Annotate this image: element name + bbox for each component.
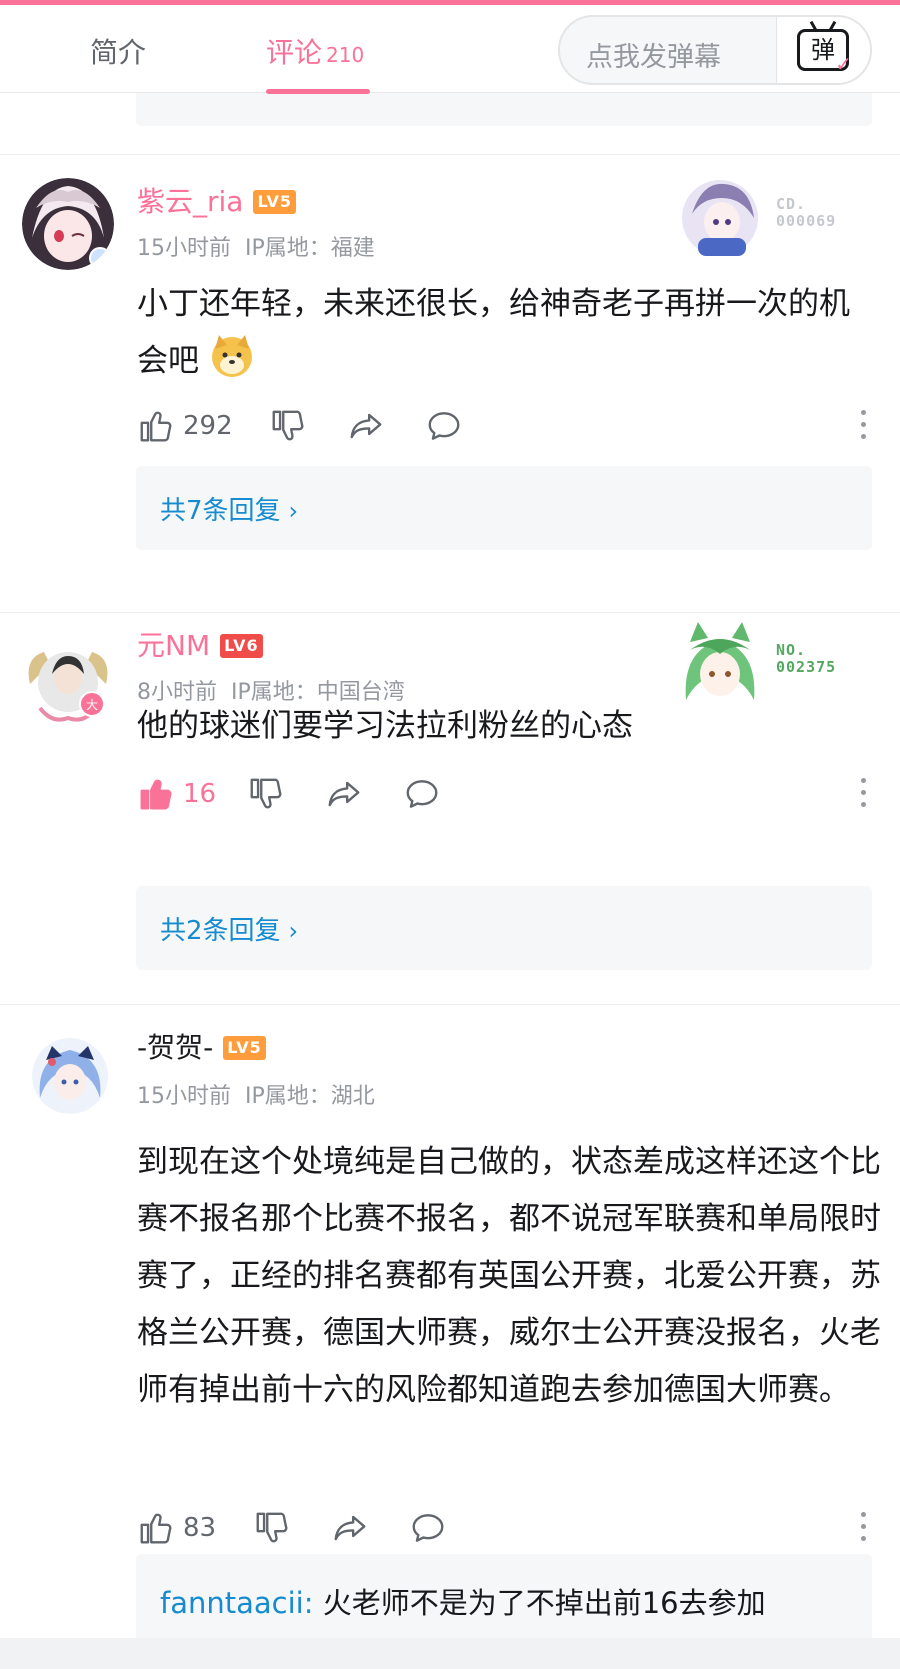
username[interactable]: 紫云_ria LV5 <box>137 180 296 220</box>
comment-count: 210 <box>326 43 365 67</box>
reply-button[interactable] <box>425 406 463 446</box>
chat-bubble-icon <box>412 1514 444 1542</box>
like-count: 16 <box>183 779 217 809</box>
danmaku-icon-label: 弹 <box>811 36 835 64</box>
username-text: -贺贺- <box>137 1031 214 1064</box>
check-icon: ✓ <box>835 52 852 76</box>
like-count: 83 <box>183 1513 217 1543</box>
comment-meta: 15小时前 IP属地：湖北 <box>137 1078 375 1110</box>
comment-content: 到现在这个处境纯是自己做的，状态差成这样还这个比赛不报名那个比赛不报名，都不说冠… <box>137 1134 889 1419</box>
reply-preview-box[interactable]: fanntaacii: 火老师不是为了不掉出前16去参加 <box>136 1554 872 1644</box>
comment-text: 到现在这个处境纯是自己做的，状态差成这样还这个比赛不报名那个比赛不报名，都不说冠… <box>137 1144 881 1408</box>
danmaku-input[interactable]: 点我发弹幕 弹 ✓ <box>558 15 872 85</box>
level-badge: LV5 <box>253 190 296 214</box>
share-icon <box>350 413 382 439</box>
comment-time: 15小时前 <box>137 1084 231 1109</box>
comment-actions: 16 <box>137 774 877 814</box>
chat-bubble-icon <box>428 412 460 440</box>
share-button[interactable] <box>325 774 363 814</box>
username[interactable]: -贺贺- LV5 <box>137 1026 266 1066</box>
thumbs-down-icon <box>256 1512 288 1543</box>
ip-location: IP属地：福建 <box>245 236 375 261</box>
reply-button[interactable] <box>409 1508 447 1548</box>
comment-content: 他的球迷们要学习法拉利粉丝的心态 <box>137 698 877 755</box>
view-replies-link[interactable]: 共2条回复 › <box>160 910 298 947</box>
danmaku-toggle-button[interactable]: 弹 ✓ <box>776 17 870 83</box>
divider <box>0 612 900 613</box>
divider <box>0 154 900 155</box>
badge-number: CD. 000069 <box>776 196 836 230</box>
thumbs-up-icon <box>140 779 172 810</box>
reply-text: 火老师不是为了不掉出前16去参加 <box>322 1586 766 1620</box>
share-icon <box>334 1515 366 1541</box>
badge-number-value: 002375 <box>776 658 837 676</box>
thumbs-down-icon <box>272 410 304 441</box>
replies-count-label: 共2条回复 <box>160 916 281 946</box>
view-replies-link[interactable]: 共7条回复 › <box>160 490 298 527</box>
thumbs-down-icon <box>250 778 282 809</box>
bottom-bar <box>0 1638 900 1669</box>
reply-author[interactable]: fanntaacii <box>160 1586 304 1620</box>
like-count: 292 <box>183 411 233 441</box>
comment-actions: 83 <box>137 1508 877 1548</box>
svg-text:大: 大 <box>86 698 98 712</box>
share-button[interactable] <box>331 1508 369 1548</box>
fan-badge[interactable]: CD. 000069 <box>672 174 848 266</box>
dislike-button[interactable] <box>247 774 285 814</box>
more-options-button[interactable] <box>859 1512 867 1544</box>
like-button[interactable]: 292 <box>137 406 233 446</box>
fan-badge-image <box>682 180 758 256</box>
thumbs-up-icon <box>140 411 172 442</box>
avatar[interactable] <box>22 178 114 270</box>
more-options-button[interactable] <box>859 778 867 810</box>
chat-bubble-icon <box>406 780 438 808</box>
avatar[interactable] <box>32 1038 108 1114</box>
username[interactable]: 元NM LV6 <box>137 624 263 664</box>
level-badge: LV5 <box>223 1036 266 1060</box>
dislike-button[interactable] <box>269 406 307 446</box>
comment-text: 他的球迷们要学习法拉利粉丝的心态 <box>137 708 633 744</box>
dislike-button[interactable] <box>253 1508 291 1548</box>
thumbs-up-icon <box>140 1513 172 1544</box>
username-text: 紫云_ria <box>137 185 244 218</box>
header-bar: 简介 评论 210 点我发弹幕 弹 ✓ <box>0 5 900 94</box>
badge-number: NO. 002375 <box>776 642 836 676</box>
tab-comments-label: 评论 <box>266 36 323 69</box>
replies-count-label: 共7条回复 <box>160 496 281 526</box>
like-button[interactable]: 16 <box>137 774 216 814</box>
chevron-right-icon: › <box>288 497 299 525</box>
share-button[interactable] <box>347 406 385 446</box>
comment-actions: 292 <box>137 406 877 446</box>
reply-button[interactable] <box>403 774 441 814</box>
danmaku-icon: 弹 ✓ <box>797 29 852 76</box>
active-tab-indicator <box>266 89 370 94</box>
share-icon <box>328 781 360 807</box>
ip-location: IP属地：湖北 <box>245 1084 375 1109</box>
chevron-right-icon: › <box>288 917 299 945</box>
danmaku-placeholder: 点我发弹幕 <box>586 42 721 73</box>
tab-comments[interactable]: 评论 210 <box>266 31 364 71</box>
badge-number-prefix: NO. <box>776 641 807 659</box>
like-button[interactable]: 83 <box>137 1508 216 1548</box>
reply-preview: fanntaacii: 火老师不是为了不掉出前16去参加 <box>160 1580 766 1622</box>
reply-colon: : <box>303 1586 323 1620</box>
tab-intro[interactable]: 简介 <box>90 31 146 71</box>
divider <box>0 1004 900 1005</box>
level-badge: LV6 <box>220 634 263 658</box>
doge-emoji <box>211 335 252 377</box>
badge-number-prefix: CD. <box>776 195 807 213</box>
comment-time: 15小时前 <box>137 236 231 261</box>
badge-number-value: 000069 <box>776 212 837 230</box>
more-options-button[interactable] <box>859 410 867 442</box>
replies-box[interactable]: 共2条回复 › <box>136 886 872 970</box>
comment-meta: 15小时前 IP属地：福建 <box>137 230 375 262</box>
replies-box[interactable]: 共7条回复 › <box>136 466 872 550</box>
username-text: 元NM <box>137 629 211 662</box>
comment-content: 小丁还年轻，未来还很长，给神奇老子再拼一次的机会吧 <box>137 276 877 390</box>
avatar[interactable]: 大 <box>22 638 114 730</box>
